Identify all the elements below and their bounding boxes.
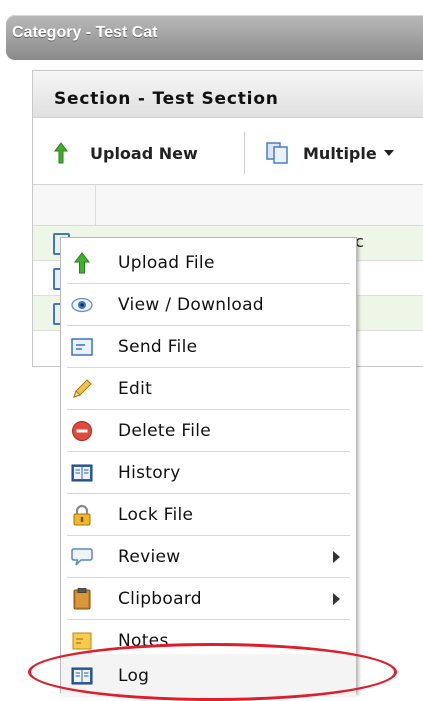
menu-item-label: Lock File [118, 505, 194, 525]
menu-item-label: Upload File [118, 253, 215, 273]
multiple-label: Multiple [303, 143, 377, 163]
chevron-down-icon [383, 150, 394, 156]
notes-icon [72, 632, 92, 650]
green-up-arrow-icon [54, 142, 68, 164]
upload-new-button[interactable]: Upload New [54, 142, 198, 164]
menu-item-delete-file[interactable]: Delete File [61, 409, 356, 451]
submenu-arrow-icon [333, 551, 340, 563]
menu-item-label: Edit [118, 379, 153, 399]
upload-new-label: Upload New [90, 143, 198, 163]
eye-icon [71, 297, 93, 313]
speech-bubble-icon [71, 548, 93, 566]
menu-item-review[interactable]: Review [61, 535, 356, 577]
menu-item-label: Clipboard [118, 589, 202, 609]
menu-item-edit[interactable]: Edit [61, 367, 356, 409]
file-context-menu: Upload File View / Download Send File Ed… [60, 237, 357, 696]
multiple-dropdown-button[interactable]: Multiple [265, 142, 395, 164]
delete-icon [72, 421, 92, 441]
menu-item-lock-file[interactable]: Lock File [61, 493, 356, 535]
menu-item-label: Review [118, 547, 181, 567]
lock-icon [73, 504, 91, 526]
menu-item-label: Delete File [118, 421, 212, 441]
toolbar-divider [244, 132, 245, 174]
toolbar: Upload New Multiple [33, 118, 423, 185]
book-icon [71, 464, 93, 482]
menu-item-view-download[interactable]: View / Download [61, 283, 356, 325]
category-title: Category - Test Cat [12, 24, 158, 41]
menu-item-history[interactable]: History [61, 451, 356, 493]
menu-item-label: Send File [118, 337, 198, 357]
grid-header [33, 185, 423, 226]
clipboard-icon [73, 588, 91, 610]
pencil-icon [73, 379, 92, 398]
grid-column-divider [95, 185, 96, 225]
section-title: Section - Test Section [54, 89, 279, 109]
section-header: Section - Test Section [33, 71, 423, 118]
menu-item-label: View / Download [118, 295, 264, 315]
menu-item-send-file[interactable]: Send File [61, 325, 356, 367]
submenu-arrow-icon [333, 593, 340, 605]
send-file-icon [71, 338, 93, 356]
category-bar: Category - Test Cat [6, 15, 423, 60]
menu-item-label: History [118, 463, 181, 483]
menu-item-upload-file[interactable]: Upload File [61, 241, 356, 283]
menu-item-clipboard[interactable]: Clipboard [61, 577, 356, 619]
multiple-files-icon [266, 142, 288, 164]
red-highlight-ellipse [28, 643, 397, 701]
green-up-arrow-icon [73, 252, 91, 274]
